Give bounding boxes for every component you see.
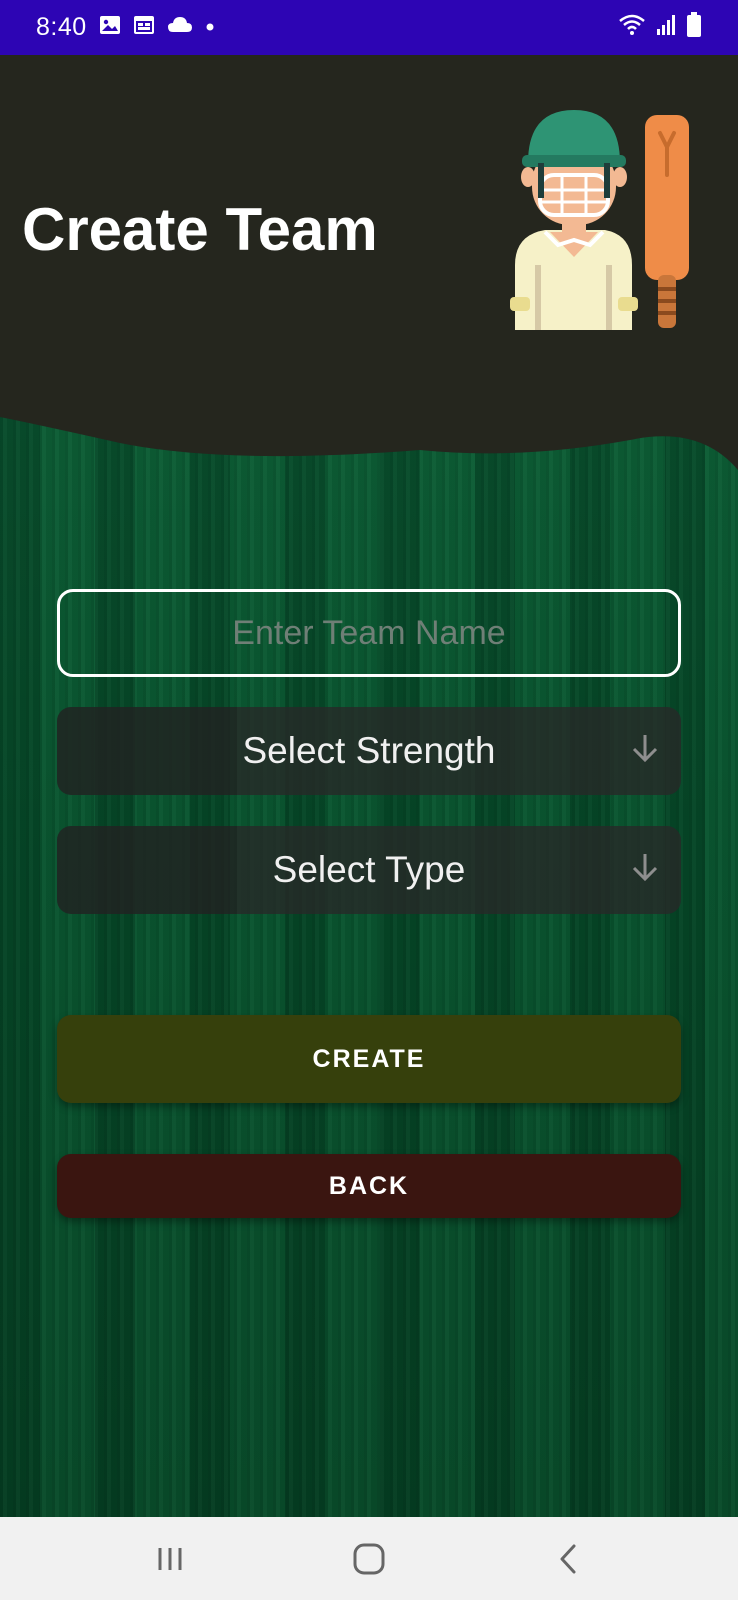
battery-icon bbox=[686, 12, 702, 43]
image-icon bbox=[99, 14, 121, 41]
status-bar: 8:40 bbox=[0, 0, 738, 55]
header: Create Team bbox=[0, 55, 738, 475]
page-title: Create Team bbox=[22, 196, 378, 263]
arrow-down-icon bbox=[631, 730, 659, 772]
create-button[interactable]: CREATE bbox=[57, 1015, 681, 1103]
status-time: 8:40 bbox=[36, 13, 87, 41]
signal-icon bbox=[656, 14, 676, 41]
cloud-icon bbox=[167, 15, 193, 40]
calendar-icon bbox=[133, 14, 155, 41]
dot-icon bbox=[205, 19, 215, 37]
cricket-player-icon bbox=[510, 105, 690, 335]
team-name-field[interactable] bbox=[57, 589, 681, 677]
strength-select[interactable]: Select Strength bbox=[57, 707, 681, 795]
team-name-input[interactable] bbox=[60, 592, 678, 674]
home-icon[interactable] bbox=[339, 1529, 399, 1589]
field-background bbox=[0, 400, 738, 1517]
back-button[interactable]: BACK bbox=[57, 1154, 681, 1218]
back-icon[interactable] bbox=[538, 1529, 598, 1589]
strength-select-label: Select Strength bbox=[242, 730, 496, 771]
type-select[interactable]: Select Type bbox=[57, 826, 681, 914]
recents-icon[interactable] bbox=[140, 1529, 200, 1589]
wifi-icon bbox=[618, 14, 646, 41]
arrow-down-icon bbox=[631, 849, 659, 891]
type-select-label: Select Type bbox=[272, 849, 466, 890]
system-nav-bar bbox=[0, 1517, 738, 1600]
